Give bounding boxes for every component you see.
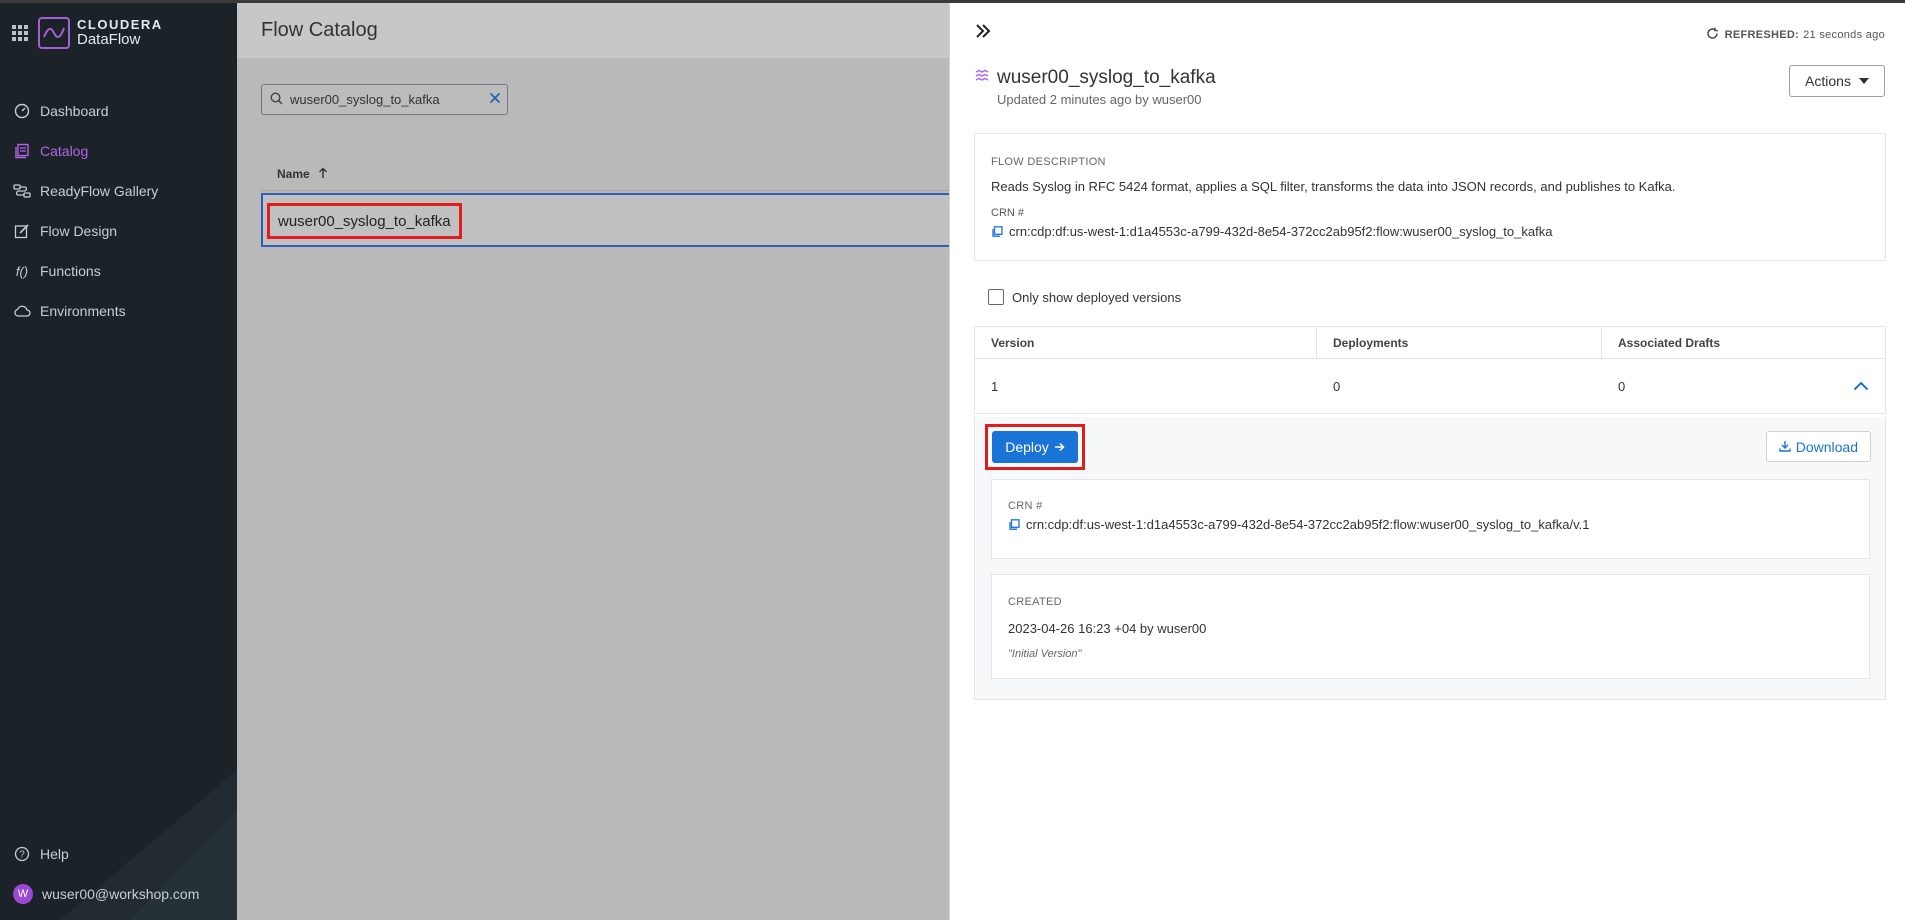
version-created-card: CREATED 2023-04-26 16:23 +04 by wuser00 … [991,574,1870,679]
sidebar-item-dashboard[interactable]: Dashboard [0,91,237,131]
clear-search-icon[interactable] [489,92,501,107]
search-input[interactable]: wuser00_syslog_to_kafka [261,84,508,115]
description-label: FLOW DESCRIPTION [991,156,1106,168]
copy-icon[interactable] [991,225,1003,238]
crn-label: CRN # [991,207,1025,219]
copy-icon[interactable] [1008,518,1020,531]
version-details: Deploy Download CRN # crn:cdp:df:us-west… [974,417,1886,700]
description-text: Reads Syslog in RFC 5424 format, applies… [991,179,1676,194]
deployments-cell: 0 [1333,378,1341,394]
column-header-associated-drafts[interactable]: Associated Drafts [1602,327,1885,358]
version-comment: "Initial Version" [1008,648,1082,660]
sidebar-item-environments[interactable]: Environments [0,291,237,331]
sort-ascending-icon[interactable] [318,167,328,182]
window-top-border [0,0,1905,3]
deploy-label: Deploy [1005,439,1049,455]
sidebar-item-label: Catalog [40,143,89,159]
main-content: Flow Catalog wuser00_syslog_to_kafka Nam… [237,3,949,920]
column-header-label: Name [277,167,310,181]
sidebar-item-readyflow-gallery[interactable]: ReadyFlow Gallery [0,171,237,211]
user-email: wuser00@workshop.com [42,886,200,902]
deploy-button[interactable]: Deploy [992,431,1078,463]
version-crn-card: CRN # crn:cdp:df:us-west-1:d1a4553c-a799… [991,479,1870,559]
flow-title: wuser00_syslog_to_kafka [975,67,1216,89]
download-label: Download [1795,438,1858,455]
dashboard-icon [13,102,31,120]
flow-description-card: FLOW DESCRIPTION Reads Syslog in RFC 542… [974,133,1886,261]
created-info: 2023-04-26 16:23 +04 by wuser00 [1008,621,1207,636]
help-icon: ? [13,845,31,863]
flow-name-cell[interactable]: wuser00_syslog_to_kafka [267,203,462,239]
drafts-cell: 0 [1618,378,1626,394]
functions-icon: f() [15,263,29,279]
download-icon [1779,439,1791,455]
avatar: W [13,884,33,904]
refresh-icon[interactable] [1706,27,1719,43]
flow-icon [975,67,989,89]
sidebar-item-label: Functions [40,263,101,279]
actions-label: Actions [1805,73,1851,89]
sidebar-item-flow-design[interactable]: Flow Design [0,211,237,251]
product-name: DataFlow [77,30,141,48]
table-header-name[interactable]: Name [261,158,949,191]
flow-title-text: wuser00_syslog_to_kafka [997,67,1216,88]
flow-details-panel: REFRESHED: 21 seconds ago wuser00_syslog… [949,3,1905,920]
sidebar-item-label: Flow Design [40,223,118,239]
cloud-icon [13,302,31,320]
flow-design-icon [13,222,31,240]
app-switcher-icon[interactable] [12,25,28,41]
search-value: wuser00_syslog_to_kafka [290,92,440,107]
arrow-right-icon [1054,439,1065,455]
page-title: Flow Catalog [237,3,949,58]
sidebar-item-label: Help [40,846,69,862]
refresh-status[interactable]: REFRESHED: 21 seconds ago [1706,27,1885,43]
caret-down-icon [1858,78,1869,84]
only-deployed-checkbox[interactable] [988,289,1004,305]
sidebar-item-label: Dashboard [40,103,109,119]
double-chevron-right-icon [976,24,991,38]
search-icon [270,91,283,108]
app-brand[interactable]: CLOUDERA DataFlow [12,15,163,51]
brand-name: CLOUDERA [77,17,163,33]
dataflow-logo-icon [38,17,70,49]
column-header-version[interactable]: Version [975,327,1317,358]
sidebar-item-functions[interactable]: f() Functions [0,251,237,291]
collapse-panel-button[interactable] [974,23,994,43]
flow-crn: crn:cdp:df:us-west-1:d1a4553c-a799-432d-… [991,224,1552,239]
sidebar-item-help[interactable]: ? Help [0,834,237,874]
crn-value: crn:cdp:df:us-west-1:d1a4553c-a799-432d-… [1009,224,1553,239]
sidebar-item-label: Environments [40,303,126,319]
actions-dropdown-button[interactable]: Actions [1789,65,1885,97]
refreshed-value: 21 seconds ago [1803,29,1885,41]
catalog-icon [13,142,31,160]
readyflow-icon [13,182,31,200]
only-deployed-label: Only show deployed versions [1012,289,1182,305]
table-row[interactable]: wuser00_syslog_to_kafka [261,193,949,247]
svg-text:?: ? [19,850,25,861]
versions-table: Version Deployments Associated Drafts 1 … [974,326,1886,414]
created-label: CREATED [1008,596,1062,608]
column-header-deployments[interactable]: Deployments [1317,327,1602,358]
version-cell: 1 [991,378,999,394]
deploy-highlight: Deploy [985,424,1085,470]
only-deployed-toggle[interactable]: Only show deployed versions [988,289,1181,305]
crn-label: CRN # [1008,500,1043,512]
versions-table-header: Version Deployments Associated Drafts [974,326,1886,359]
user-menu[interactable]: W wuser00@workshop.com [0,874,237,914]
sidebar: CLOUDERA DataFlow Dashboard Catalog Read… [0,3,237,920]
version-crn: crn:cdp:df:us-west-1:d1a4553c-a799-432d-… [1008,517,1589,532]
chevron-up-icon[interactable] [1853,379,1869,394]
crn-value: crn:cdp:df:us-west-1:d1a4553c-a799-432d-… [1026,517,1590,532]
sidebar-item-catalog[interactable]: Catalog [0,131,237,171]
refreshed-label: REFRESHED: [1724,29,1800,41]
sidebar-item-label: ReadyFlow Gallery [40,183,159,199]
flow-updated-info: Updated 2 minutes ago by wuser00 [997,92,1202,107]
table-row[interactable]: 1 0 0 [974,359,1886,414]
download-button[interactable]: Download [1765,431,1871,462]
